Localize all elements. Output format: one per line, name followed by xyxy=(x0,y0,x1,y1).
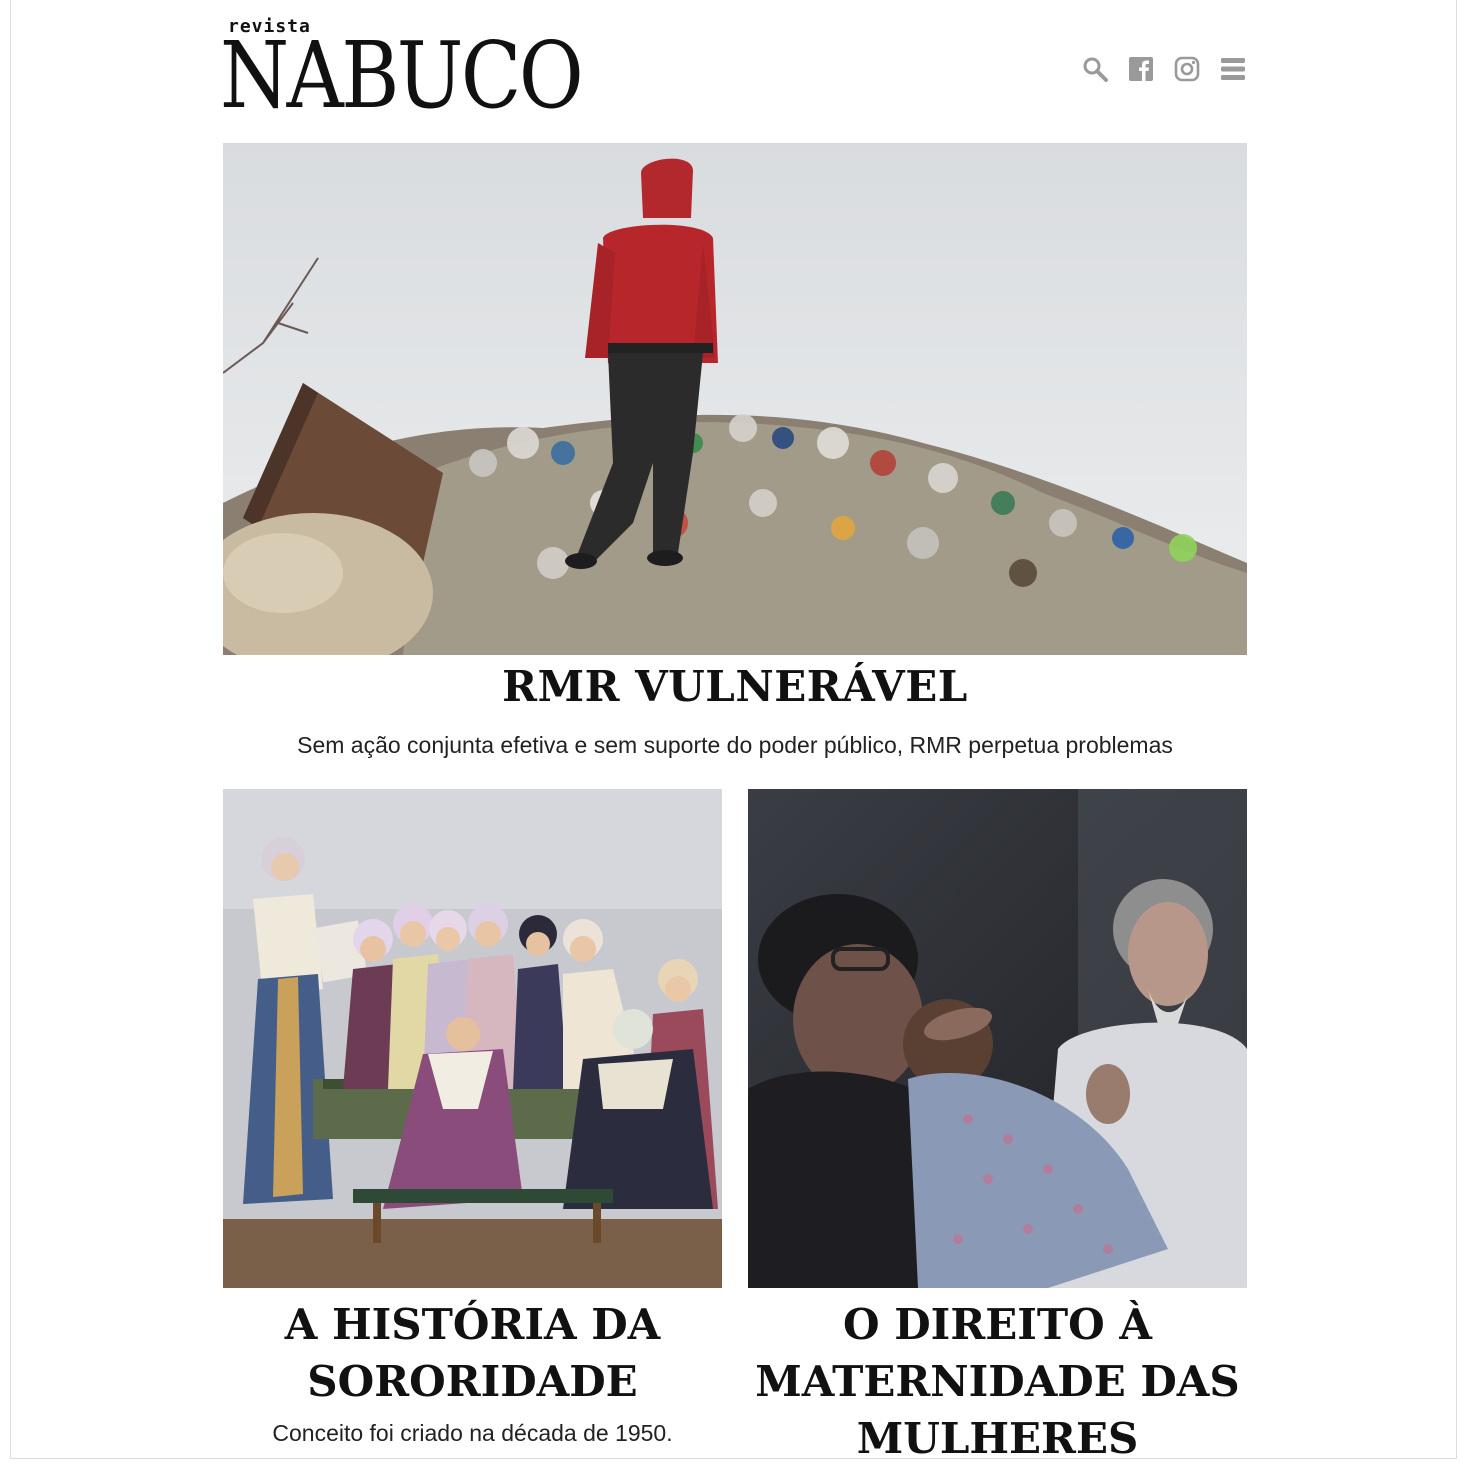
logo-big-text: NABUCO xyxy=(220,22,584,129)
article-image-maternidade[interactable] xyxy=(748,789,1247,1288)
article-title-sororidade[interactable]: A HISTÓRIA DA SORORIDADE xyxy=(223,1296,722,1410)
featured-article-image[interactable] xyxy=(223,143,1247,655)
title-line: MULHERES xyxy=(856,1414,1139,1463)
instagram-icon[interactable] xyxy=(1174,56,1200,82)
article-image-sororidade[interactable] xyxy=(223,789,722,1288)
title-line: SORORIDADE xyxy=(307,1357,638,1406)
title-line: O DIREITO À xyxy=(843,1300,1152,1349)
title-line: A HISTÓRIA DA xyxy=(284,1300,661,1349)
featured-article-subtitle: Sem ação conjunta efetiva e sem suporte … xyxy=(297,732,1173,758)
menu-icon[interactable] xyxy=(1220,56,1246,82)
featured-article-title[interactable]: RMR VULNERÁVEL xyxy=(223,662,1247,711)
article-title-maternidade[interactable]: O DIREITO À MATERNIDADE DAS MULHERES xyxy=(748,1296,1247,1467)
search-icon[interactable] xyxy=(1082,56,1108,82)
header-icons xyxy=(1082,56,1246,82)
facebook-icon[interactable] xyxy=(1128,56,1154,82)
article-subtitle-sororidade: Conceito foi criado na década de 1950. xyxy=(272,1420,673,1446)
title-line: MATERNIDADE DAS xyxy=(755,1357,1240,1406)
